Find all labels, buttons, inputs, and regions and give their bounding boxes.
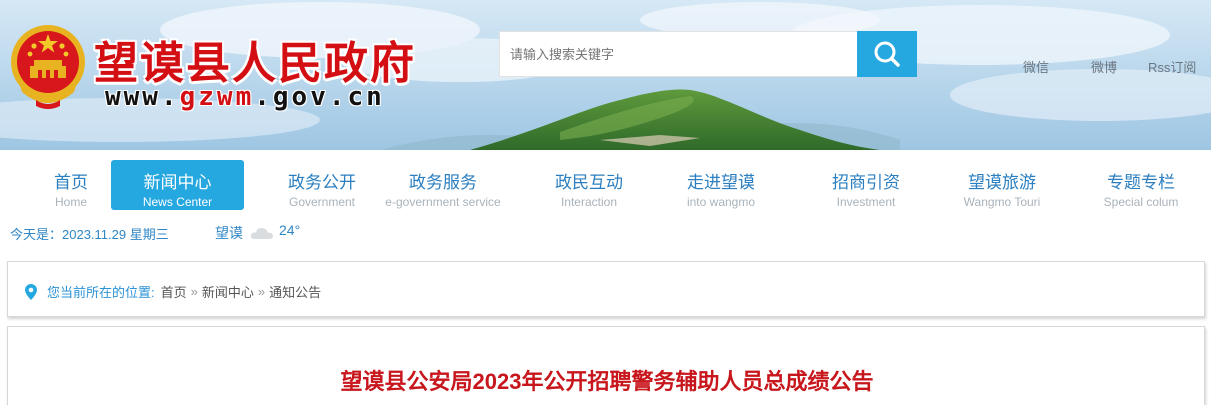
main-nav: 首页 Home 新闻中心 News Center 政务公开 Government… [0, 150, 1211, 216]
weather-city: 望谟 [215, 225, 243, 241]
url-prefix: www. [105, 82, 180, 112]
nav-item-eservice[interactable]: 政务服务 e-government service [378, 160, 508, 210]
nav-item-sublabel: e-government service [385, 195, 501, 209]
date-text: 今天是：2023.11.29 星期三 [10, 227, 169, 242]
nav-item-sublabel: Investment [836, 195, 896, 209]
cloud-icon [250, 227, 273, 239]
nav-item-into-wangmo[interactable]: 走进望谟 into wangmo [661, 160, 781, 210]
weibo-link[interactable]: 微博 [1091, 57, 1117, 76]
nav-item-label: 走进望谟 [687, 173, 755, 192]
search-input[interactable] [499, 31, 858, 77]
nav-item-sublabel: into wangmo [686, 195, 756, 209]
nav-item-label: 招商引资 [832, 173, 900, 192]
nav-item-investment[interactable]: 招商引资 Investment [806, 160, 926, 210]
article-title: 望谟县公安局2023年公开招聘警务辅助人员总成绩公告 [340, 369, 874, 394]
wechat-link[interactable]: 微信 [1023, 57, 1049, 76]
breadcrumb-news-center[interactable]: 新闻中心 [202, 282, 254, 301]
nav-item-interaction[interactable]: 政民互动 Interaction [529, 160, 649, 210]
breadcrumb-separator: » [190, 284, 198, 299]
nav-item-label: 政务服务 [409, 173, 477, 192]
nav-item-sublabel: Wangmo Touri [963, 195, 1041, 209]
search-icon [874, 41, 900, 67]
location-pin-icon [25, 283, 37, 300]
breadcrumb-separator: » [257, 284, 266, 299]
url-domain: gzwm [179, 82, 255, 112]
breadcrumb-lead: 您当前所在的位置: [47, 285, 155, 300]
breadcrumb: 您当前所在的位置: 首页 » 新闻中心 » 通知公告 [25, 282, 321, 301]
nav-item-sublabel: Home [54, 195, 87, 209]
nav-item-label: 政务公开 [288, 173, 356, 192]
nav-item-home[interactable]: 首页 Home [22, 160, 120, 210]
nav-item-label: 新闻中心 [143, 173, 212, 192]
nav-item-sublabel: Government [288, 195, 356, 209]
nav-item-special-column[interactable]: 专题专栏 Special colum [1081, 160, 1201, 210]
nav-item-tourism[interactable]: 望谟旅游 Wangmo Touri [942, 160, 1062, 210]
search-button[interactable] [857, 31, 917, 77]
article-panel: 望谟县公安局2023年公开招聘警务辅助人员总成绩公告 [7, 326, 1205, 405]
nav-item-label: 专题专栏 [1107, 173, 1175, 192]
nav-item-news-center[interactable]: 新闻中心 News Center [111, 160, 244, 210]
rss-link[interactable]: Rss订阅 [1148, 57, 1196, 76]
breadcrumb-panel: 您当前所在的位置: 首页 » 新闻中心 » 通知公告 [7, 261, 1205, 317]
nav-item-sublabel: Interaction [560, 195, 618, 209]
nav-item-sublabel: Special colum [1103, 195, 1179, 209]
url-suffix: .gov.cn [254, 82, 385, 112]
nav-item-sublabel: News Center [142, 195, 213, 209]
breadcrumb-notices[interactable]: 通知公告 [269, 282, 321, 301]
site-url: www.gzwm.gov.cn [105, 82, 385, 112]
nav-item-label: 政民互动 [555, 173, 623, 192]
header-banner: 望谟县人民政府 www.gzwm.gov.cn 微信 微博 Rss订阅 [0, 0, 1211, 150]
weather-temperature: 24° [279, 222, 301, 238]
national-emblem [11, 25, 85, 109]
nav-item-label: 望谟旅游 [968, 173, 1036, 192]
nav-item-label: 首页 [54, 173, 88, 192]
nav-item-government[interactable]: 政务公开 Government [262, 160, 382, 210]
breadcrumb-home[interactable]: 首页 [161, 282, 187, 301]
